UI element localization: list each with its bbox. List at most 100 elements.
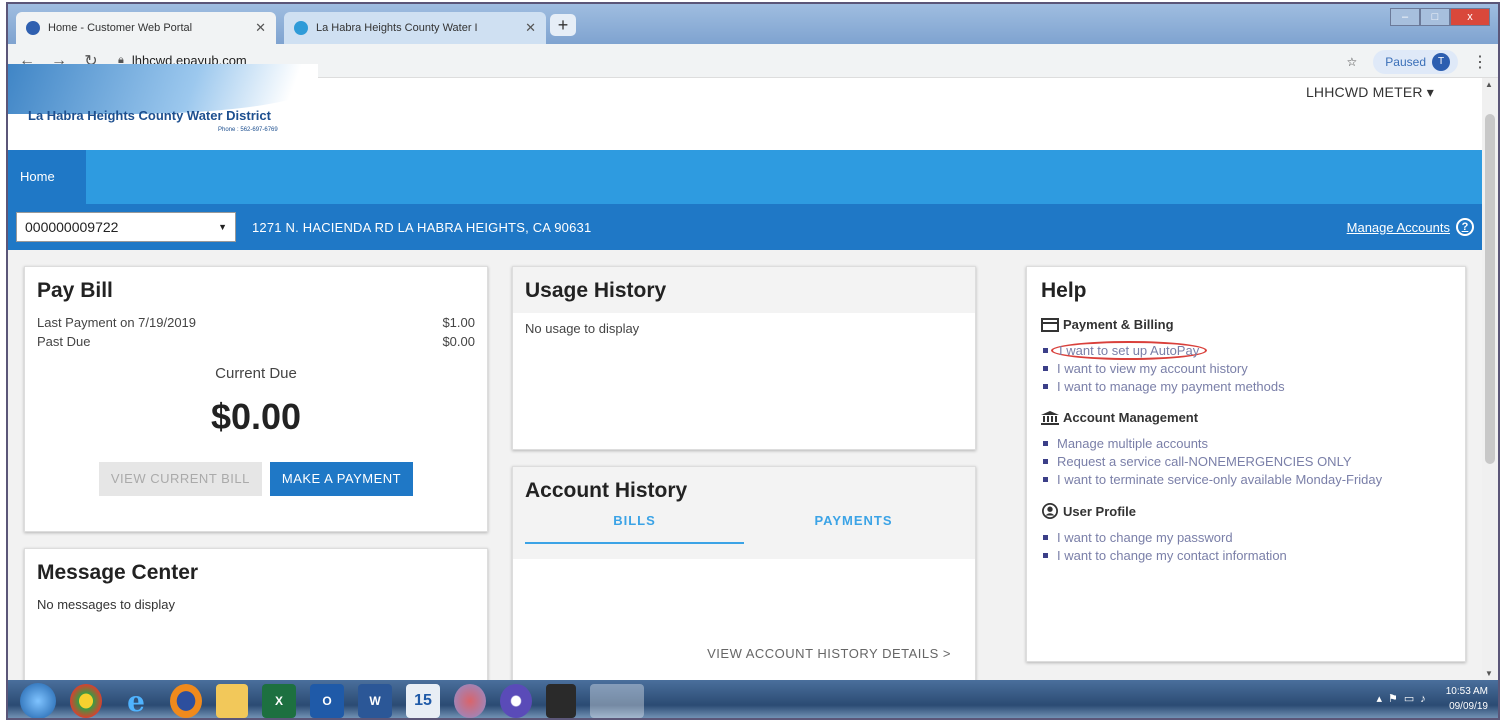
windows-start-icon[interactable] bbox=[20, 683, 56, 718]
help-link-autopay[interactable]: I want to set up AutoPay bbox=[1041, 341, 1451, 360]
account-history-title: Account History bbox=[525, 479, 688, 502]
bookmark-star-icon[interactable]: ☆ bbox=[1347, 55, 1358, 69]
service-address: 1271 N. HACIENDA RD LA HABRA HEIGHTS, CA… bbox=[252, 219, 592, 235]
close-tab-icon[interactable]: ✕ bbox=[255, 20, 266, 36]
account-management-list: Manage multiple accounts Request a servi… bbox=[1041, 435, 1451, 489]
past-due-row: Past Due $0.00 bbox=[37, 334, 475, 349]
help-link-payment-methods[interactable]: I want to manage my payment methods bbox=[1041, 378, 1451, 396]
view-current-bill-button[interactable]: VIEW CURRENT BILL bbox=[98, 462, 262, 496]
current-due-amount: $0.00 bbox=[210, 396, 302, 437]
scrollbar-thumb[interactable] bbox=[1485, 114, 1495, 464]
current-due-label: Current Due bbox=[215, 365, 297, 382]
help-link-terminate-service[interactable]: I want to terminate service-only availab… bbox=[1041, 471, 1451, 489]
bank-icon bbox=[1041, 410, 1059, 425]
portal-favicon-icon bbox=[26, 21, 40, 35]
help-link-service-call[interactable]: Request a service call-NONEMERGENCIES ON… bbox=[1041, 453, 1451, 471]
autopay-link-text[interactable]: I want to set up AutoPay bbox=[1051, 341, 1208, 360]
browser-tab-home[interactable]: Home - Customer Web Portal ✕ bbox=[16, 12, 276, 44]
page-scrollbar[interactable]: ▲ ▼ bbox=[1482, 78, 1498, 680]
pay-bill-title: Pay Bill bbox=[37, 279, 113, 302]
minimize-button[interactable]: – bbox=[1390, 8, 1420, 26]
firefox-icon[interactable] bbox=[170, 684, 202, 718]
screen-frame: Home - Customer Web Portal ✕ La Habra He… bbox=[6, 2, 1500, 720]
windows-taskbar: e X O W 15 ▴⚑▭♪ 10:53 AM 09/09/19 bbox=[8, 680, 1498, 718]
message-center-title: Message Center bbox=[37, 561, 199, 584]
scroll-down-arrow-icon[interactable]: ▼ bbox=[1485, 669, 1493, 678]
tab-title: Home - Customer Web Portal bbox=[48, 22, 193, 34]
excel-icon[interactable]: X bbox=[262, 684, 296, 718]
maximize-button[interactable]: □ bbox=[1420, 8, 1450, 26]
outlook-icon[interactable]: O bbox=[310, 684, 344, 718]
account-bar: 000000009722 ▼ 1271 N. HACIENDA RD LA HA… bbox=[8, 204, 1486, 250]
acrobat-icon[interactable] bbox=[546, 684, 576, 718]
message-center-card: Message Center No messages to display bbox=[24, 548, 488, 688]
chrome-active-icon[interactable] bbox=[590, 684, 644, 718]
help-link-change-contact[interactable]: I want to change my contact information bbox=[1041, 547, 1451, 565]
payment-billing-list: I want to set up AutoPay I want to view … bbox=[1041, 341, 1451, 396]
account-select[interactable]: 000000009722 ▼ bbox=[16, 212, 236, 242]
logo-title: La Habra Heights County Water District bbox=[28, 108, 271, 123]
close-tab-icon[interactable]: ✕ bbox=[525, 20, 536, 36]
ums-icon[interactable] bbox=[500, 684, 532, 718]
internet-explorer-icon[interactable]: e bbox=[116, 684, 156, 718]
tab-title: La Habra Heights County Water I bbox=[316, 22, 478, 34]
past-due-amount: $0.00 bbox=[442, 334, 475, 349]
account-history-tabs: BILLS PAYMENTS bbox=[525, 513, 963, 544]
account-management-heading: Account Management bbox=[1041, 410, 1451, 425]
manage-accounts-link[interactable]: Manage Accounts ? bbox=[1347, 218, 1474, 236]
chrome-icon[interactable] bbox=[70, 684, 102, 718]
help-circle-icon[interactable]: ? bbox=[1456, 218, 1474, 236]
past-due-label: Past Due bbox=[37, 334, 91, 349]
credit-card-icon bbox=[1041, 317, 1059, 332]
manage-accounts-label: Manage Accounts bbox=[1346, 219, 1450, 235]
browser-tab-strip: Home - Customer Web Portal ✕ La Habra He… bbox=[8, 4, 1498, 44]
message-center-empty: No messages to display bbox=[37, 597, 176, 612]
payment-billing-label: Payment & Billing bbox=[1063, 317, 1174, 332]
water-district-favicon-icon bbox=[294, 21, 308, 35]
account-history-card: Account History BILLS PAYMENTS VIEW ACCO… bbox=[512, 466, 976, 686]
usage-history-header: Usage History bbox=[513, 267, 975, 313]
word-icon[interactable]: W bbox=[358, 684, 392, 718]
file-explorer-icon[interactable] bbox=[216, 684, 248, 718]
account-number: 000000009722 bbox=[25, 219, 119, 235]
usage-history-card: Usage History No usage to display bbox=[512, 266, 976, 450]
district-logo[interactable]: La Habra Heights County Water District P… bbox=[8, 64, 328, 150]
nav-home-tab[interactable]: Home bbox=[8, 150, 86, 204]
user-profile-label: User Profile bbox=[1063, 503, 1136, 519]
help-card: Help Payment & Billing I want to set up … bbox=[1026, 266, 1466, 662]
make-payment-button[interactable]: MAKE A PAYMENT bbox=[269, 462, 414, 496]
pay-bill-card: Pay Bill Last Payment on 7/19/2019 $1.00… bbox=[24, 266, 488, 532]
avatar: T bbox=[1432, 53, 1450, 71]
last-payment-amount: $1.00 bbox=[442, 315, 475, 330]
browser-tab-lhhcwd[interactable]: La Habra Heights County Water I ✕ bbox=[284, 12, 546, 44]
payment-billing-heading: Payment & Billing bbox=[1041, 317, 1451, 332]
help-link-view-history[interactable]: I want to view my account history bbox=[1041, 360, 1451, 378]
view-account-history-details-link[interactable]: VIEW ACCOUNT HISTORY DETAILS > bbox=[707, 646, 951, 661]
close-window-button[interactable]: x bbox=[1450, 8, 1490, 26]
tab-payments[interactable]: PAYMENTS bbox=[744, 513, 963, 544]
window-controls: – □ x bbox=[1390, 8, 1490, 26]
system-tray: ▴⚑▭♪ 10:53 AM 09/09/19 bbox=[1376, 684, 1488, 714]
clock-time: 10:53 AM bbox=[1445, 686, 1488, 697]
last-payment-row: Last Payment on 7/19/2019 $1.00 bbox=[37, 315, 475, 330]
account-management-label: Account Management bbox=[1063, 410, 1199, 425]
user-profile-heading: User Profile bbox=[1041, 503, 1451, 519]
tray-icons[interactable]: ▴⚑▭♪ bbox=[1376, 692, 1431, 707]
scroll-up-arrow-icon[interactable]: ▲ bbox=[1485, 80, 1493, 89]
tab-bills[interactable]: BILLS bbox=[525, 513, 744, 544]
new-tab-button[interactable]: + bbox=[550, 14, 576, 36]
profile-paused-button[interactable]: Paused T bbox=[1373, 50, 1458, 74]
clock[interactable]: 10:53 AM 09/09/19 bbox=[1446, 684, 1488, 714]
paint-icon[interactable] bbox=[454, 684, 486, 718]
logo-phone: Phone : 562-697-6769 bbox=[218, 127, 278, 133]
pay-bill-actions: VIEW CURRENT BILL MAKE A PAYMENT bbox=[37, 462, 475, 496]
toolbar-right: ☆ Paused T ⋮ bbox=[1347, 50, 1488, 74]
caret-down-icon: ▼ bbox=[218, 222, 227, 232]
help-link-change-password[interactable]: I want to change my password bbox=[1041, 529, 1451, 547]
user-menu-dropdown[interactable]: LHHCWD METER ▾ bbox=[1306, 84, 1434, 101]
logo-swoosh-graphic bbox=[8, 64, 318, 114]
account-history-header: Account History BILLS PAYMENTS bbox=[513, 467, 975, 559]
calendar-icon[interactable]: 15 bbox=[406, 684, 440, 718]
help-link-multiple-accounts[interactable]: Manage multiple accounts bbox=[1041, 435, 1451, 453]
chrome-menu-icon[interactable]: ⋮ bbox=[1472, 52, 1488, 72]
